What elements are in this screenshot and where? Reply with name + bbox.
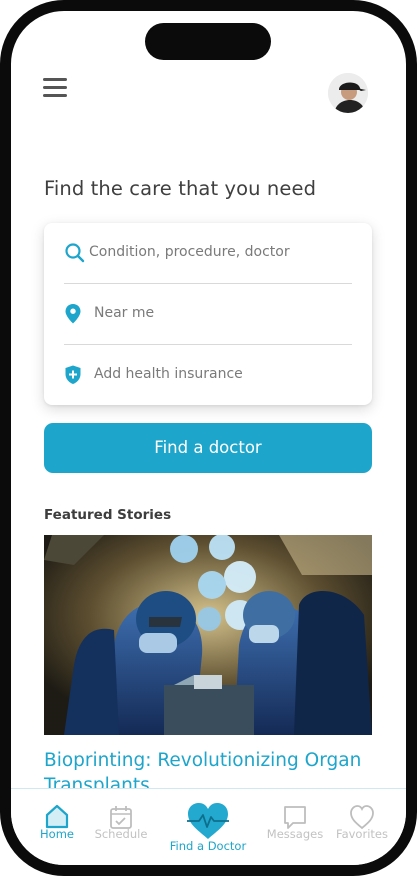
insurance-field[interactable]: Add health insurance [64,345,352,406]
shield-plus-icon [65,365,81,384]
tab-find-a-doctor[interactable]: Find a Doctor [159,789,257,865]
story-image[interactable] [44,535,372,735]
avatar[interactable] [328,73,368,113]
search-icon [65,243,85,263]
find-doctor-button[interactable]: Find a doctor [44,423,372,473]
heart-pulse-icon [187,803,229,839]
tab-messages[interactable]: Messages [263,789,327,865]
search-card: Condition, procedure, doctor Near me Add… [44,223,372,405]
condition-search-field[interactable]: Condition, procedure, doctor [64,223,352,284]
bottom-tab-bar: Home Schedule Find a Doctor Messages Fav… [11,788,406,865]
tab-schedule[interactable]: Schedule [87,789,155,865]
hamburger-menu-icon[interactable] [43,78,67,98]
tab-schedule-label: Schedule [94,827,148,841]
tab-home[interactable]: Home [29,789,85,865]
surgeons-operating-photo-icon [44,535,372,735]
tab-favorites[interactable]: Favorites [331,789,393,865]
user-avatar-icon [328,73,368,113]
tab-find-a-doctor-label: Find a Doctor [169,839,247,853]
location-placeholder: Near me [94,305,155,321]
tab-home-label: Home [40,827,74,841]
insurance-placeholder: Add health insurance [94,366,243,382]
condition-search-placeholder: Condition, procedure, doctor [89,244,290,260]
location-field[interactable]: Near me [64,284,352,345]
tab-favorites-label: Favorites [336,827,388,841]
dynamic-island [145,23,271,60]
tab-messages-label: Messages [266,827,324,841]
page-title: Find the care that you need [44,177,317,200]
featured-stories-heading: Featured Stories [44,507,172,523]
phone-frame: Find the care that you need Condition, p… [0,0,417,876]
location-pin-icon [65,304,81,324]
